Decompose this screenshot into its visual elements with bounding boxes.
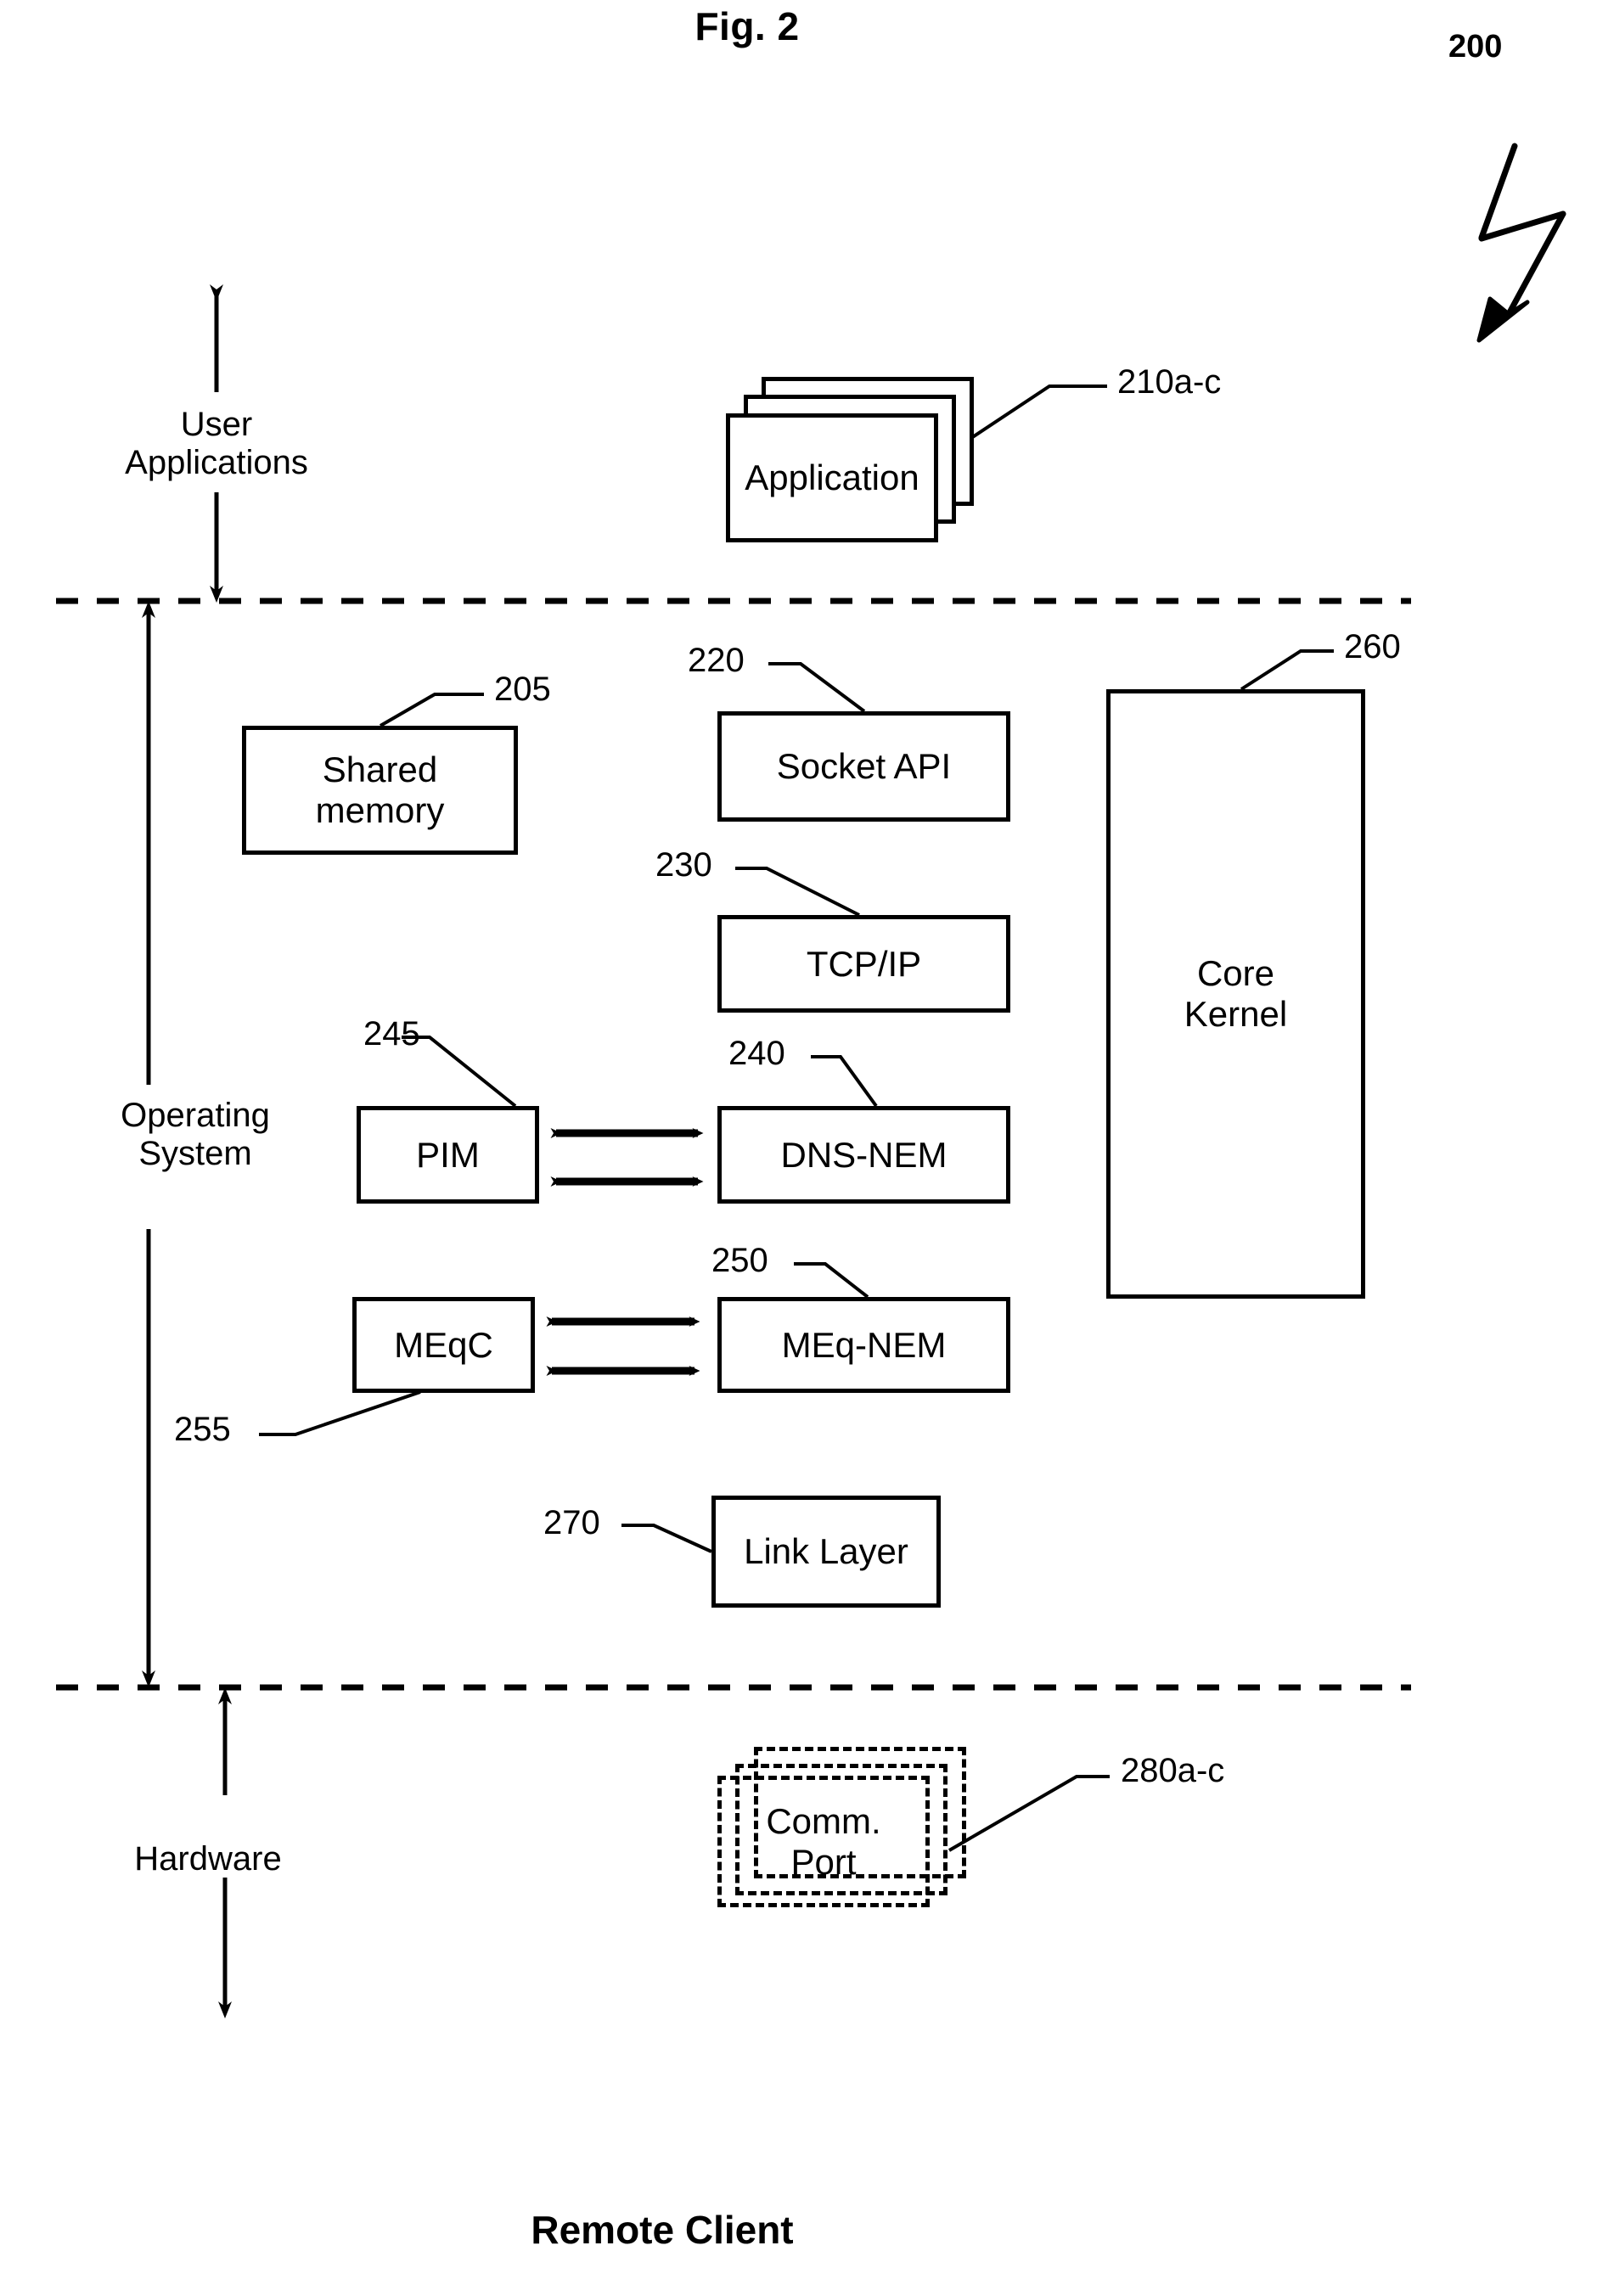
reference-255: 255 xyxy=(174,1411,231,1448)
core-kernel-box[interactable]: Core Kernel xyxy=(1106,689,1365,1299)
leader-255 xyxy=(259,1390,421,1436)
meqc-box[interactable]: MEqC xyxy=(352,1297,535,1393)
region-label-user-applications: User Applications xyxy=(125,406,308,481)
socket-api-box[interactable]: Socket API xyxy=(717,711,1010,822)
meq-nem-box-label: MEq-NEM xyxy=(781,1324,947,1365)
reference-240: 240 xyxy=(728,1035,785,1072)
link-layer-box-label: Link Layer xyxy=(744,1531,908,1572)
reference-205: 205 xyxy=(494,671,551,708)
comm-port-box-label: Comm. Port xyxy=(766,1800,881,1882)
link-layer-box[interactable]: Link Layer xyxy=(711,1496,941,1608)
comm-port-box[interactable]: Comm. Port xyxy=(717,1776,930,1907)
leader-270 xyxy=(621,1524,712,1553)
patent-figure-page: Fig. 2 200 User Applications Operating S… xyxy=(0,0,1597,2296)
reference-280: 280a-c xyxy=(1121,1752,1225,1789)
reference-270: 270 xyxy=(543,1504,600,1541)
figure-title: Fig. 2 xyxy=(694,4,800,48)
pim-box[interactable]: PIM xyxy=(357,1106,539,1204)
figure-bottom-caption: Remote Client xyxy=(531,2208,794,2252)
shared-memory-box-label: Shared memory xyxy=(315,749,445,830)
meqc-box-label: MEqC xyxy=(394,1324,493,1365)
reference-260: 260 xyxy=(1344,628,1401,665)
leader-280 xyxy=(948,1775,1110,1852)
leader-230 xyxy=(735,867,860,917)
meq-nem-box[interactable]: MEq-NEM xyxy=(717,1297,1010,1393)
application-box-label: Application xyxy=(745,458,919,498)
leader-260 xyxy=(1240,649,1334,691)
pim-box-label: PIM xyxy=(416,1134,480,1175)
reference-200-leader xyxy=(1476,143,1566,343)
reference-245: 245 xyxy=(363,1015,420,1053)
leader-210 xyxy=(967,385,1107,441)
tcp-ip-box[interactable]: TCP/IP xyxy=(717,915,1010,1013)
dns-nem-box-label: DNS-NEM xyxy=(780,1134,948,1175)
core-kernel-box-label: Core Kernel xyxy=(1184,953,1288,1034)
region-label-hardware: Hardware xyxy=(134,1840,282,1878)
diagram-reference-200: 200 xyxy=(1448,29,1503,65)
dns-nem-box[interactable]: DNS-NEM xyxy=(717,1106,1010,1204)
leader-220 xyxy=(768,662,866,713)
shared-memory-box[interactable]: Shared memory xyxy=(242,726,518,855)
leader-205 xyxy=(379,693,484,727)
leader-250 xyxy=(794,1262,869,1299)
application-box[interactable]: Application xyxy=(726,413,938,542)
region-label-operating-system: Operating System xyxy=(121,1097,270,1172)
reference-250: 250 xyxy=(711,1242,768,1279)
tcp-ip-box-label: TCP/IP xyxy=(806,943,922,984)
socket-api-box-label: Socket API xyxy=(776,746,952,787)
reference-220: 220 xyxy=(688,642,745,679)
leader-240 xyxy=(811,1055,878,1108)
reference-210: 210a-c xyxy=(1117,363,1222,401)
reference-230: 230 xyxy=(655,846,712,884)
